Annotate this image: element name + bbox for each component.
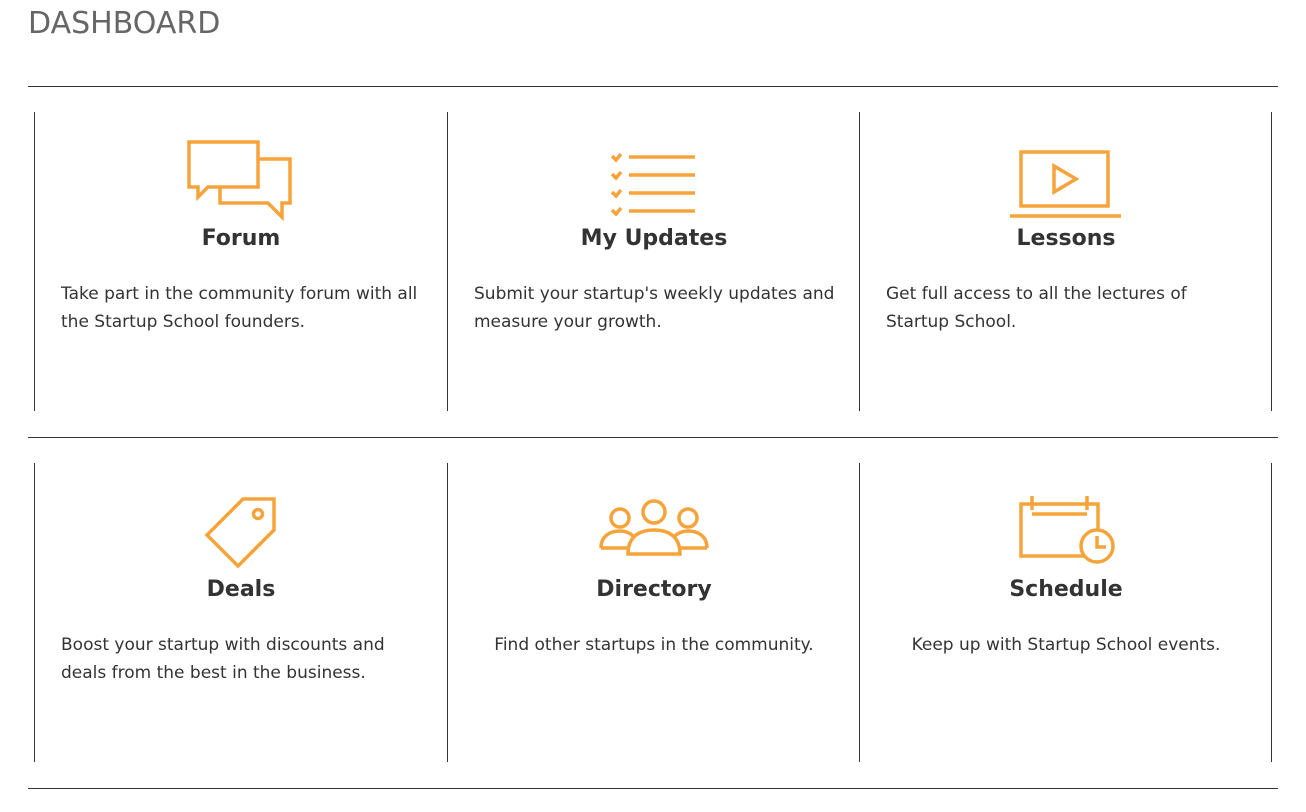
card-description: Submit your startup's weekly updates and… [474,284,835,332]
card-title: Deals [206,577,276,602]
chat-bubbles-icon [35,136,447,226]
card-lessons[interactable]: Lessons Get full access to all the lectu… [860,112,1272,411]
card-schedule[interactable]: Schedule Keep up with Startup School eve… [860,463,1272,762]
card-deals[interactable]: Deals Boost your startup with discounts … [35,463,447,762]
divider-bottom [28,788,1278,789]
calendar-clock-icon [860,485,1272,575]
video-laptop-icon [860,136,1272,226]
card-description: Take part in the community forum with al… [61,284,418,332]
card-title: Lessons [1016,226,1116,251]
card-description: Boost your startup with discounts and de… [61,635,385,683]
divider-middle [28,437,1278,438]
card-title: Directory [596,577,712,602]
card-title: Schedule [1009,577,1123,602]
card-description: Find other startups in the community. [494,635,814,655]
divider-top [28,86,1278,87]
people-group-icon [448,485,860,575]
card-my-updates[interactable]: My Updates Submit your startup's weekly … [448,112,860,411]
card-title: Forum [201,226,281,251]
card-description: Keep up with Startup School events. [911,635,1221,655]
price-tag-icon [35,485,447,575]
card-directory[interactable]: Directory Find other startups in the com… [448,463,860,762]
card-forum[interactable]: Forum Take part in the community forum w… [35,112,447,411]
page-title: DASHBOARD [28,6,221,41]
card-title: My Updates [580,226,728,251]
checklist-icon [448,136,860,226]
card-description: Get full access to all the lectures of S… [886,284,1187,332]
